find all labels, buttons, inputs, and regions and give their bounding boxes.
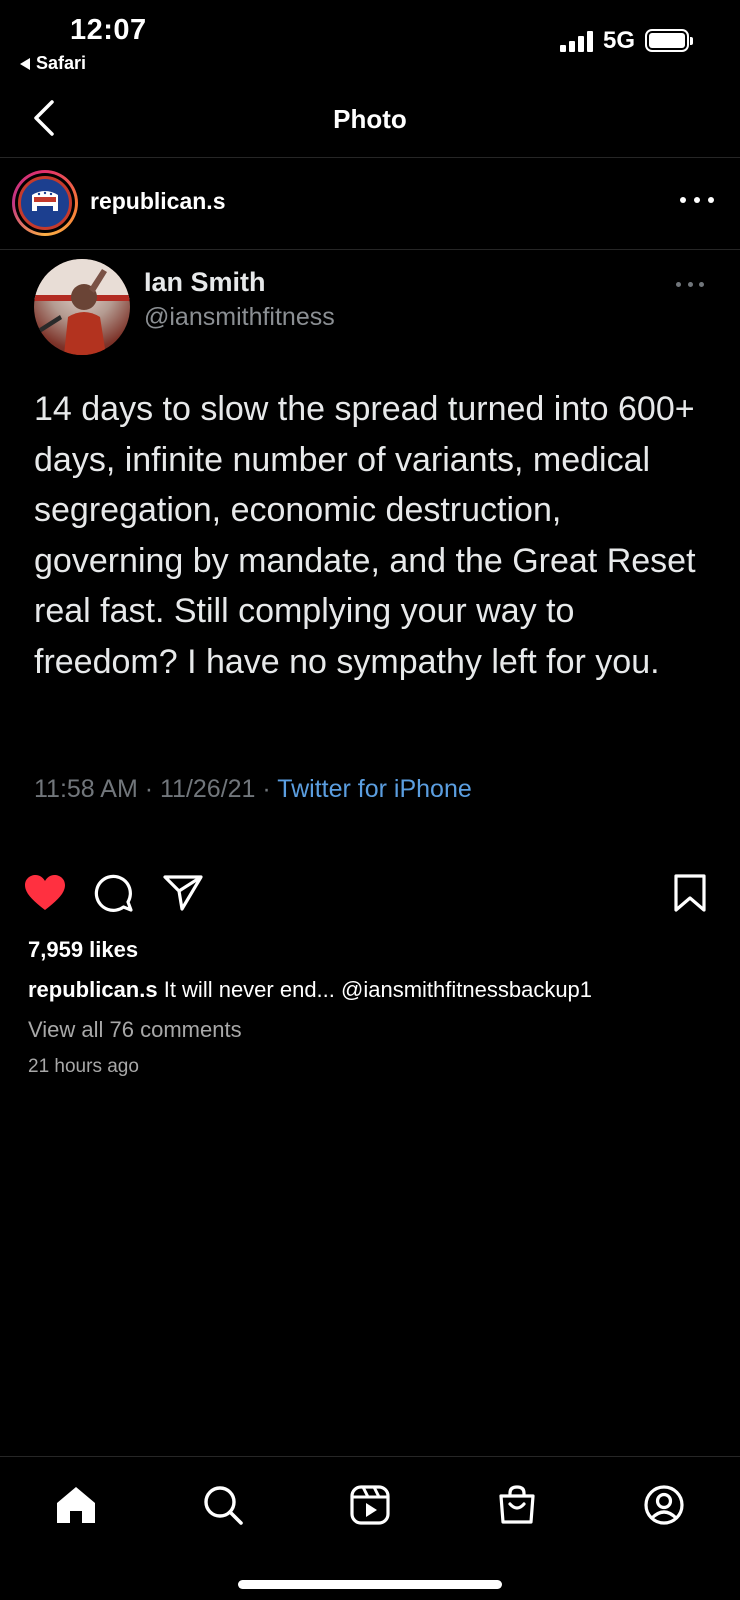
nav-search[interactable]	[195, 1477, 251, 1533]
post-actions	[0, 862, 740, 924]
page-title: Photo	[333, 104, 407, 134]
caption-text: It will never end... @iansmithfitnessbac…	[157, 977, 593, 1002]
network-label: 5G	[603, 27, 636, 54]
profile-icon	[644, 1485, 684, 1525]
post-header: republican.s	[0, 158, 740, 250]
instagram-photo-page: 12:07 Safari 5G Photo republican.s Ian S…	[0, 0, 740, 1600]
heart-icon	[25, 875, 65, 910]
nav-profile[interactable]	[636, 1477, 692, 1533]
view-comments-link[interactable]: View all 76 comments	[28, 1017, 242, 1043]
author-avatar[interactable]	[12, 170, 78, 236]
nav-reels[interactable]	[342, 1477, 398, 1533]
bottom-nav	[0, 1456, 740, 1600]
tweet-more-icon	[676, 279, 704, 289]
caption: republican.s It will never end... @iansm…	[28, 977, 728, 1003]
post-author[interactable]: republican.s	[90, 188, 225, 215]
shop-icon	[499, 1485, 535, 1524]
bookmark-icon	[674, 874, 706, 912]
caption-username[interactable]: republican.s	[28, 977, 158, 1002]
more-options-button[interactable]	[680, 190, 714, 210]
search-icon	[204, 1486, 243, 1525]
nav-shop[interactable]	[489, 1477, 545, 1533]
like-button[interactable]	[22, 870, 68, 916]
tweet-meta: 11:58 AM · 11/26/21 · Twitter for iPhone	[34, 775, 472, 804]
tweet-text: 14 days to slow the spread turned into 6…	[34, 390, 696, 681]
tweet-timestamp: 11:58 AM · 11/26/21 ·	[34, 775, 278, 803]
nav-home[interactable]	[48, 1477, 104, 1533]
tweet-name: Ian Smith	[144, 267, 266, 297]
reels-icon	[350, 1485, 390, 1525]
likes-count[interactable]: 7,959 likes	[28, 937, 138, 963]
home-indicator[interactable]	[238, 1580, 502, 1589]
comment-icon	[94, 874, 133, 912]
post-time-ago: 21 hours ago	[28, 1056, 139, 1077]
top-header: Photo	[0, 84, 740, 158]
save-button[interactable]	[667, 870, 713, 916]
send-icon	[163, 875, 203, 911]
clock: 12:07	[70, 14, 147, 46]
tweet-source: Twitter for iPhone	[277, 775, 472, 803]
tweet-handle: @iansmithfitness	[144, 303, 335, 331]
back-to-safari[interactable]: Safari	[20, 53, 86, 74]
back-triangle-icon	[20, 57, 30, 70]
home-icon	[57, 1487, 95, 1523]
back-app-label: Safari	[36, 53, 87, 73]
comment-button[interactable]	[91, 870, 137, 916]
share-button[interactable]	[160, 870, 206, 916]
signal-icon	[560, 30, 594, 52]
battery-icon	[645, 29, 693, 52]
elephant-logo-icon	[18, 176, 72, 230]
tweet-image[interactable]: Ian Smith @iansmithfitness 14 days to sl…	[0, 251, 740, 831]
status-bar: 12:07 Safari 5G	[0, 0, 740, 84]
tweet-avatar	[34, 259, 130, 355]
